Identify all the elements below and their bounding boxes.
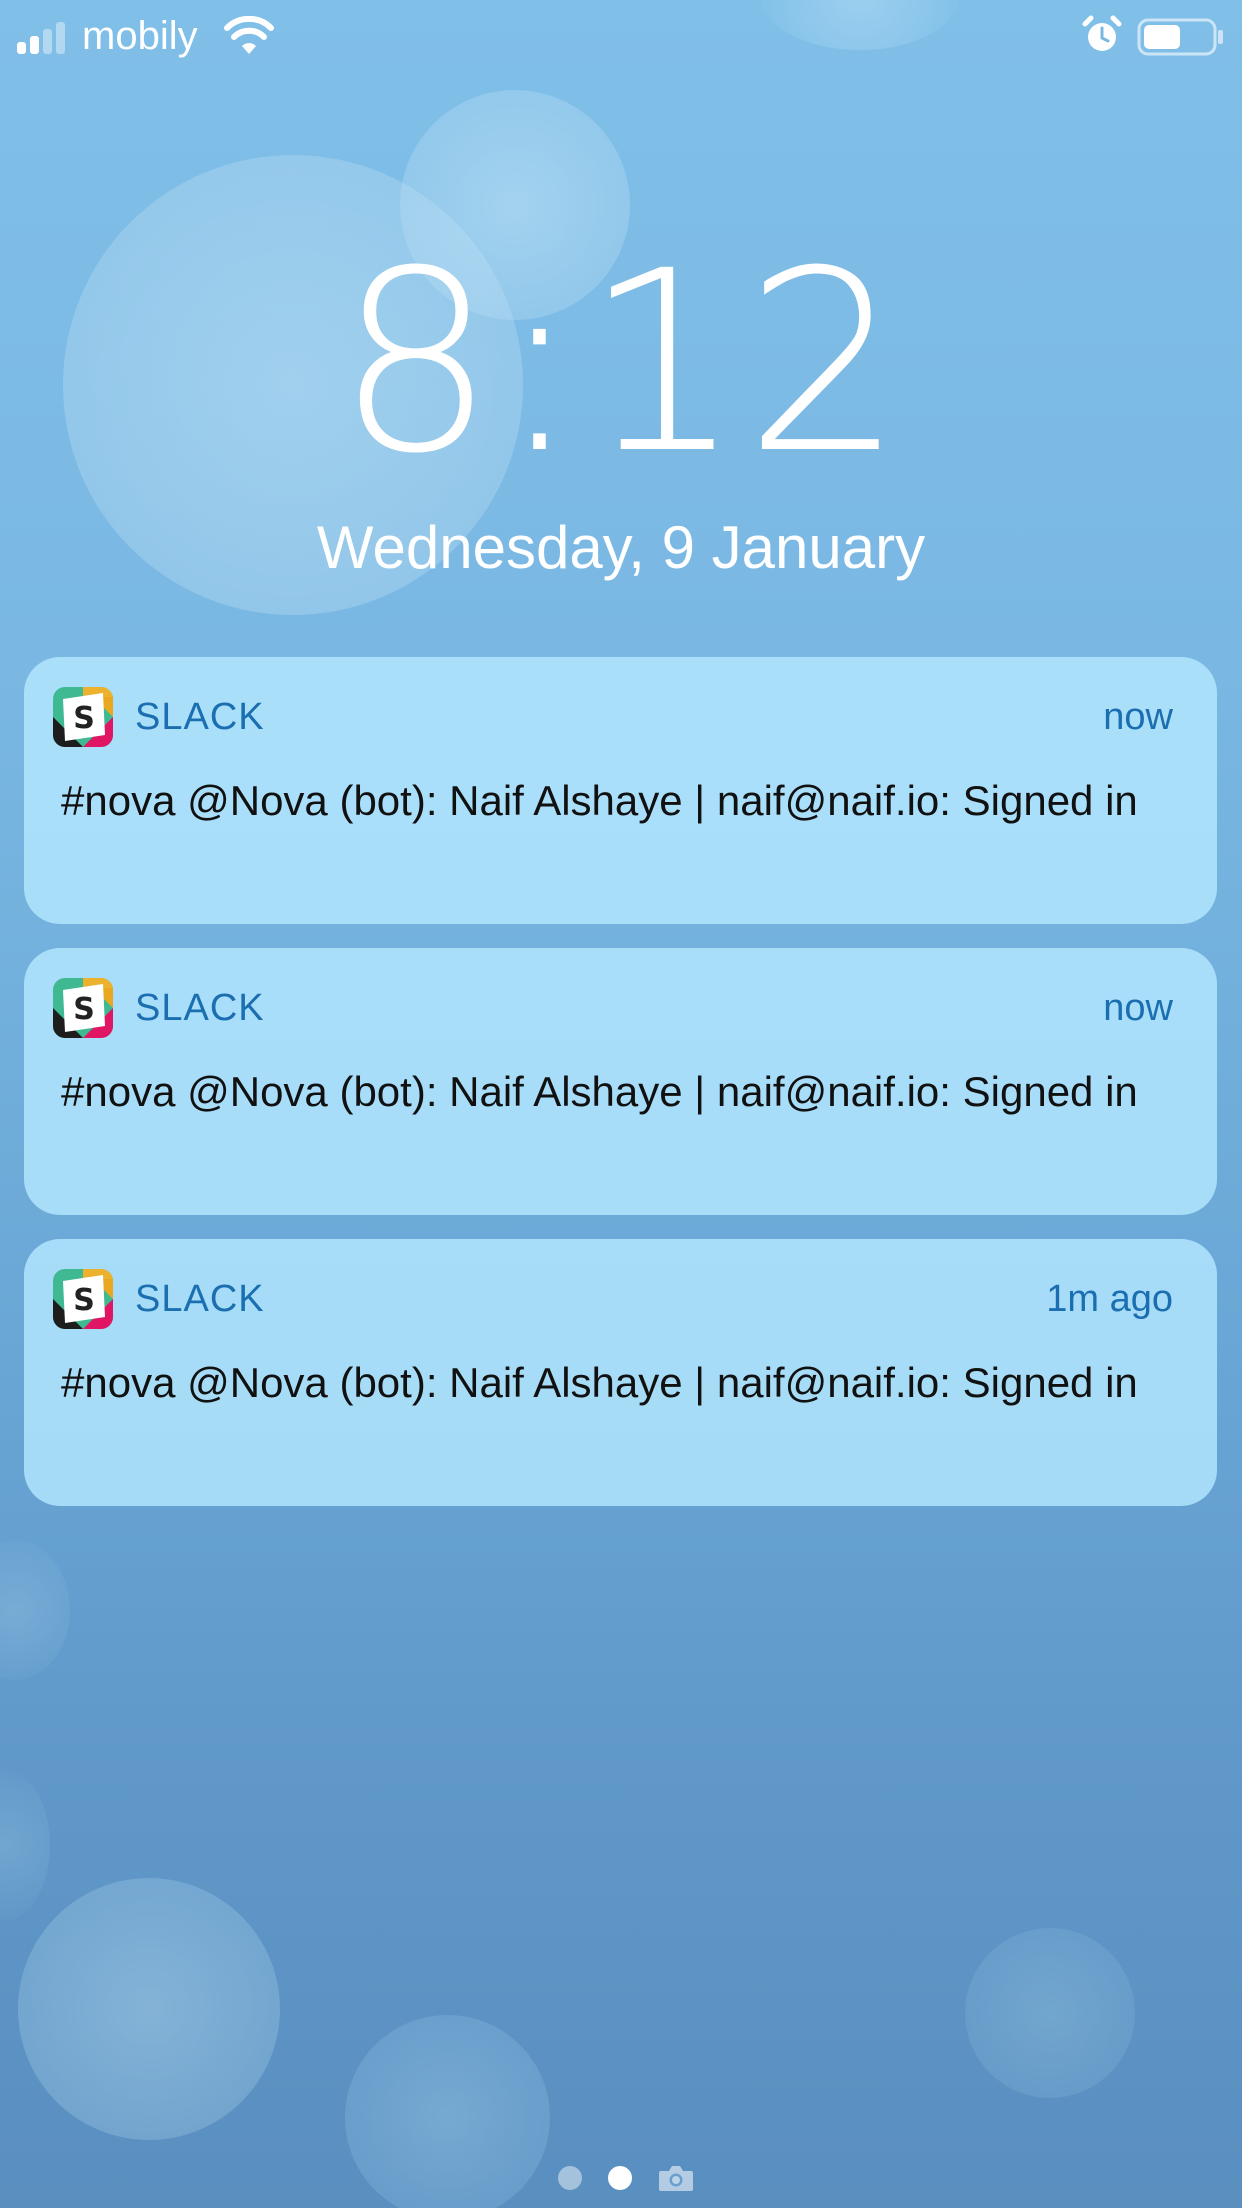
svg-text:S: S — [73, 992, 95, 1027]
signal-bar — [56, 22, 65, 54]
page-dot[interactable] — [608, 2166, 632, 2190]
camera-icon[interactable] — [658, 2164, 694, 2192]
wallpaper-bokeh — [18, 1878, 280, 2140]
signal-bar — [30, 36, 39, 54]
notification-time: 1m ago — [1046, 1278, 1173, 1320]
cellular-signal-icon — [17, 22, 71, 54]
slack-icon: S — [53, 1269, 113, 1329]
slack-icon: S — [53, 978, 113, 1038]
alarm-clock-icon — [1082, 15, 1122, 51]
wallpaper-bokeh — [965, 1928, 1135, 2098]
signal-bar — [17, 42, 26, 54]
notification-card[interactable]: S SLACK now #nova @Nova (bot): Naif Alsh… — [24, 948, 1217, 1215]
notification-time: now — [1103, 987, 1173, 1029]
notification-message: #nova @Nova (bot): Naif Alshaye | naif@n… — [61, 1359, 1138, 1406]
page-dot[interactable] — [558, 2166, 582, 2190]
lock-screen-date: Wednesday, 9 January — [316, 514, 926, 581]
signal-bar — [43, 29, 52, 54]
notification-time: now — [1103, 696, 1173, 738]
battery-icon — [1137, 18, 1223, 56]
notification-message: #nova @Nova (bot): Naif Alshaye | naif@n… — [61, 1068, 1138, 1115]
lock-screen-time: 8:12 — [336, 217, 906, 508]
svg-text:S: S — [73, 1283, 95, 1318]
notification-app-name: SLACK — [135, 987, 265, 1029]
notification-app-name: SLACK — [135, 696, 265, 738]
lock-screen: mobily 8:12 Wednesday, 9 January S SLACK… — [0, 0, 1242, 2208]
page-indicator[interactable] — [0, 2164, 1242, 2192]
wallpaper-bokeh — [0, 1540, 70, 1680]
status-bar: mobily — [0, 0, 1242, 72]
carrier-name: mobily — [82, 14, 198, 58]
notification-app-name: SLACK — [135, 1278, 265, 1320]
svg-text:S: S — [73, 701, 95, 736]
wallpaper-bokeh — [0, 1770, 50, 1920]
wifi-icon — [224, 16, 274, 54]
notification-card[interactable]: S SLACK 1m ago #nova @Nova (bot): Naif A… — [24, 1239, 1217, 1506]
notification-card[interactable]: S SLACK now #nova @Nova (bot): Naif Alsh… — [24, 657, 1217, 924]
slack-icon: S — [53, 687, 113, 747]
notification-message: #nova @Nova (bot): Naif Alshaye | naif@n… — [61, 777, 1138, 824]
